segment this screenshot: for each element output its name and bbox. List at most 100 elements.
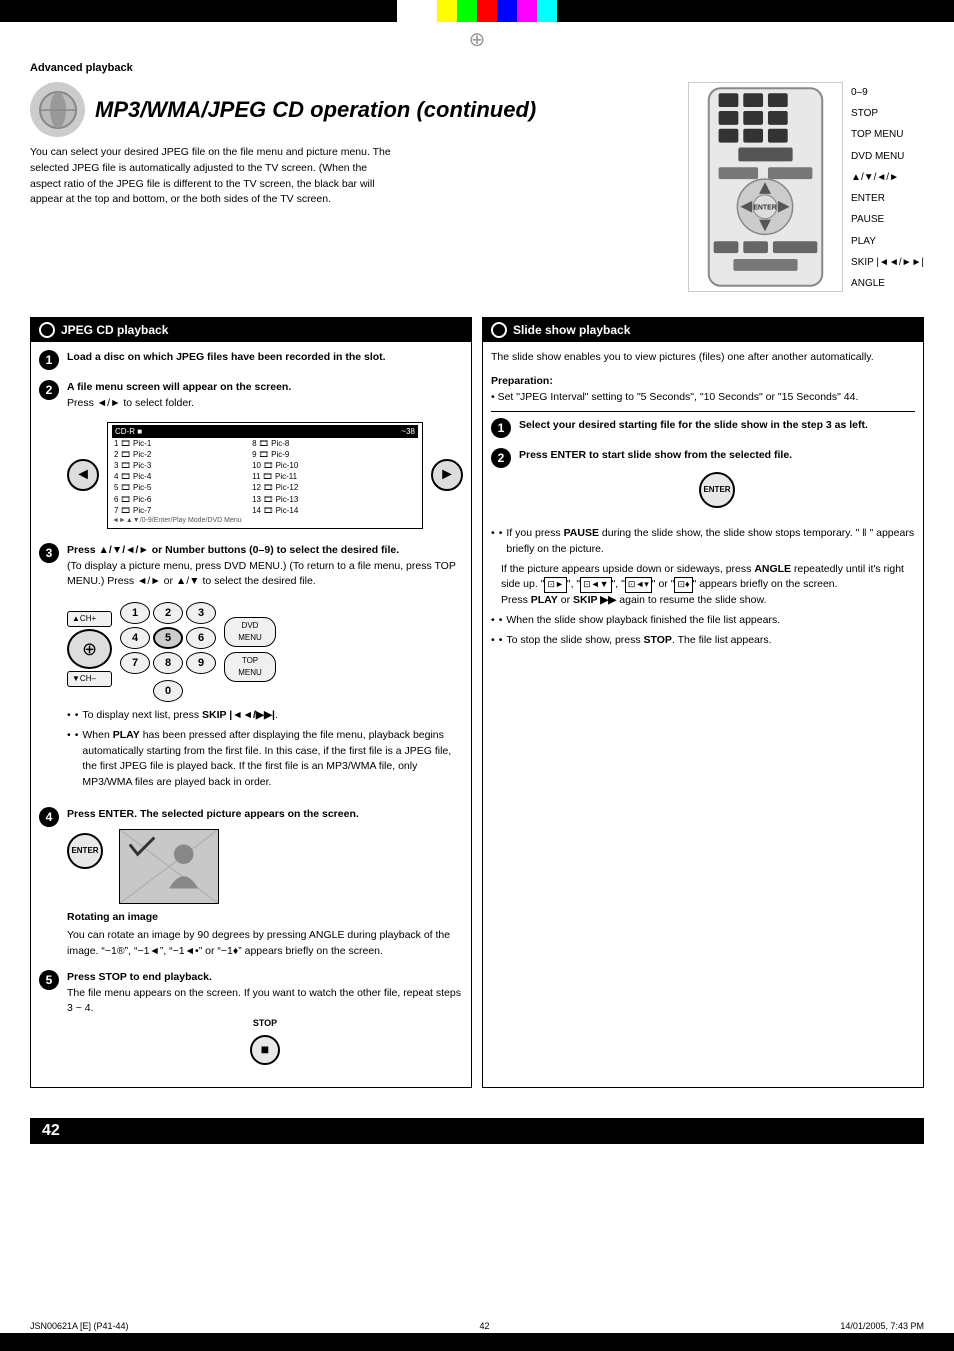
preparation-area: Preparation: • Set "JPEG Interval" setti… [491,374,915,406]
rotate-symbol-3: ⊡◄▾ [625,577,652,593]
step-5-bold: Press STOP to end playback. [67,971,212,983]
step-2-bold: A file menu screen will appear on the sc… [67,381,291,393]
remote-label-arrows: ▲/▼/◄/► [851,170,924,186]
rotate-symbol-2: ⊡◄▼ [580,577,611,593]
remote-label-stop: STOP [851,106,924,122]
slideshow-title: Slide show playback [513,323,630,337]
ch-minus-btn: ▼CH– [67,671,112,687]
step-4-content: Press ENTER. The selected picture appear… [67,807,463,960]
remote-label-enter: ENTER [851,191,924,207]
sample-image [119,829,219,904]
right-step-1-content: Select your desired starting file for th… [519,418,915,438]
step-1-content: Load a disc on which JPEG files have bee… [67,350,463,370]
footer-right: 14/01/2005, 7:43 PM [840,1321,924,1331]
content-area: Advanced playback MP3/WMA/JPEG CD operat… [0,52,954,1164]
right-step-number-2: 2 [491,448,511,468]
stop-label: STOP [67,1017,463,1031]
numpad-zero-row: 0 [120,680,216,702]
right-bullet-3-text: To stop the slide show, press STOP. The … [506,633,771,649]
right-bullet-3: • To stop the slide show, press STOP. Th… [491,633,915,649]
bottom-bar [0,1333,954,1351]
top-menu-btn: TOP MENU [224,652,276,682]
top-bar-black-left [0,0,397,22]
intro-paragraph: You can select your desired JPEG file on… [30,145,392,208]
numpad-1: 1 [120,602,150,624]
cd-icon-left [39,322,55,338]
svg-text:ENTER: ENTER [753,205,776,212]
numpad-3: 3 [186,602,216,624]
numpad-8: 8 [153,652,183,674]
footer-center: 42 [479,1321,489,1331]
page: ⊕ Advanced playback MP3/WMA/JPEG CD oper… [0,0,954,1351]
ch-plus-btn: ▲CH+ [67,611,112,627]
remote-diagram: ENTER 0–9 STOP TOP MENU DVD MENU ▲/▼/◄/► [688,82,924,295]
right-step-2-text: Press ENTER to start slide show from the… [519,449,792,461]
jpeg-cd-section: JPEG CD playback 1 Load a disc on which … [30,317,472,1088]
title-block: MP3/WMA/JPEG CD operation (continued) Yo… [30,82,688,220]
right-step-1-text: Select your desired starting file for th… [519,419,868,431]
color-bar-blue [497,0,517,22]
right-bullet-1: • If you press PAUSE during the slide sh… [491,526,915,558]
bullet-skip: • To display next list, press SKIP |◄◄/▶… [67,708,463,724]
right-arrow-btn: ► [431,459,463,491]
top-bar-gap [397,0,437,22]
cd-icon-right [491,322,507,338]
page-number-area: 42 [30,1118,924,1144]
slideshow-header: Slide show playback [483,318,923,342]
enter-btn-area: ENTER [67,829,103,873]
file-list-table: 1 🎞 Pic-18 🎞 Pic-8 2 🎞 Pic-29 🎞 Pic-9 3 … [112,438,418,516]
numpad-5: 5 [153,627,183,649]
color-bar-yellow [437,0,457,22]
remote-label-angle: ANGLE [851,276,924,292]
preparation-label: Preparation: [491,375,553,387]
bullet-skip-text: To display next list, press SKIP |◄◄/▶▶|… [82,708,278,724]
numpad-6: 6 [186,627,216,649]
step-1: 1 Load a disc on which JPEG files have b… [39,350,463,370]
step-5-content: Press STOP to end playback. The file men… [67,970,463,1069]
dvd-menu-btn: DVD MENU [224,617,276,647]
right-step-2: 2 Press ENTER to start slide show from t… [491,448,915,516]
rotating-text: You can rotate an image by 90 degrees by… [67,928,463,960]
right-bullet-2-text: When the slide show playback finished th… [506,613,780,629]
page-number: 42 [30,1118,924,1144]
color-bar-red [477,0,497,22]
numpad-7: 7 [120,652,150,674]
numpad-2: 2 [153,602,183,624]
bullet-play-text: When PLAY has been pressed after display… [82,728,463,791]
divider [491,411,915,412]
right-bullet-1-text: If you press PAUSE during the slide show… [506,526,915,558]
step-4-bold: Press ENTER. The selected picture appear… [67,808,359,820]
color-bar-green [457,0,477,22]
numpad: 1 2 3 4 5 6 7 8 9 [120,596,216,702]
right-subbullet-1: If the picture appears upside down or si… [501,562,915,609]
slideshow-intro: The slide show enables you to view pictu… [491,350,915,366]
step-number-4: 4 [39,807,59,827]
color-bar-magenta [517,0,537,22]
color-bar-cyan [537,0,557,22]
step-4: 4 Press ENTER. The selected picture appe… [39,807,463,960]
right-step-2-content: Press ENTER to start slide show from the… [519,448,915,516]
section-label: Advanced playback [30,62,924,74]
jpeg-cd-header: JPEG CD playback [31,318,471,342]
file-menu-nav-hint: ◄►▲▼/0-9/Enter/Play Mode/DVD Menu [112,516,418,526]
step-number-5: 5 [39,970,59,990]
numpad-area: ▲CH+ ⊕ ▼CH– 1 2 3 [67,596,463,702]
right-bullet-2: • When the slide show playback finished … [491,613,915,629]
step-2-content: A file menu screen will appear on the sc… [67,380,463,533]
file-menu-header: CD-R ■~38 [112,425,418,438]
two-columns: JPEG CD playback 1 Load a disc on which … [30,317,924,1088]
footer: JSN00621A [E] (P41-44) 42 14/01/2005, 7:… [0,1321,954,1331]
file-menu-area: ◄ CD-R ■~38 1 🎞 Pic-18 🎞 Pic-8 2 🎞 Pic-2… [67,418,463,533]
numpad-9: 9 [186,652,216,674]
top-color-bar [0,0,954,22]
remote-label-skip: SKIP |◄◄/►►| [851,255,924,271]
rotate-symbol-1: ⊡► [544,577,566,593]
step-3-extra: (To display a picture menu, press DVD ME… [67,560,456,588]
arrow-circle: ⊕ [67,629,112,669]
enter-btn: ENTER [67,833,103,869]
slideshow-section: Slide show playback The slide show enabl… [482,317,924,1088]
numpad-0: 0 [153,680,183,702]
stop-btn-area: ■ [67,1035,463,1065]
numpad-grid: 1 2 3 4 5 6 7 8 9 [120,602,216,674]
footer-left: JSN00621A [E] (P41-44) [30,1321,129,1331]
